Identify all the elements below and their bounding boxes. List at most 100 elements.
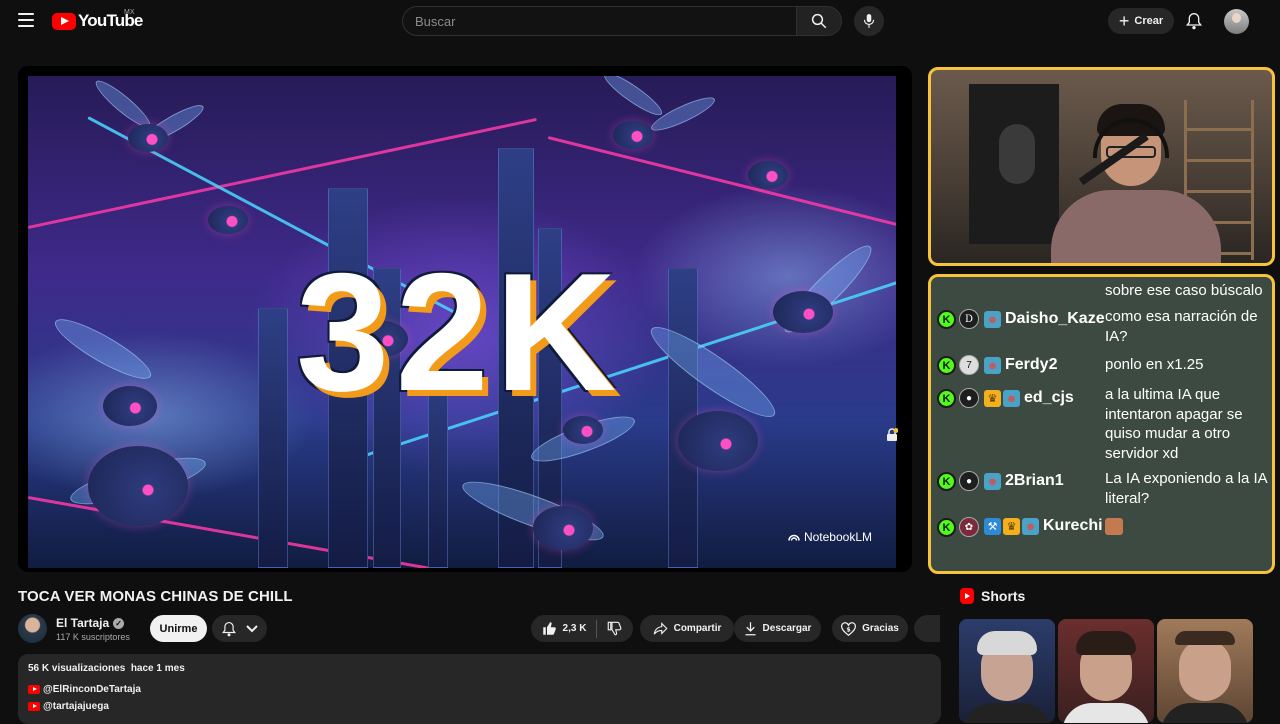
chat-username: ed_cjs — [1024, 389, 1074, 406]
laser-beam — [547, 136, 896, 231]
channel-name: El Tartaja — [56, 616, 110, 630]
create-button[interactable]: + Crear — [1108, 8, 1174, 34]
drone — [773, 291, 833, 333]
microphone-icon — [863, 14, 875, 28]
kick-badge-icon: K — [937, 389, 956, 408]
chat-username: Daisho_Kaze — [1005, 310, 1105, 327]
country-code: MX — [124, 9, 135, 16]
subscriber-count: 117 K suscriptores — [56, 632, 130, 642]
thanks-heart-icon: $ — [841, 621, 857, 636]
dislike-icon[interactable] — [607, 621, 622, 636]
tower — [258, 308, 288, 568]
subscriber-badge-icon: ☻ — [984, 311, 1001, 328]
search-icon — [811, 13, 827, 29]
drone — [748, 161, 788, 189]
kick-badge-icon: K — [937, 472, 956, 491]
subscriber-badge-icon: ☻ — [1003, 390, 1020, 407]
like-dislike-group: 2,3 K — [531, 615, 633, 642]
bell-icon — [221, 621, 236, 636]
description-box[interactable]: 56 K visualizaciones hace 1 mes @ElRinco… — [18, 654, 941, 724]
crown-badge-icon: ♛ — [984, 390, 1001, 407]
drone — [103, 386, 157, 426]
top-bar: YouTube MX + Crear — [0, 0, 1280, 42]
search-button[interactable] — [796, 6, 842, 36]
search-box[interactable] — [402, 6, 796, 36]
channel-name-link[interactable]: El Tartaja ✓ — [56, 616, 125, 630]
share-label: Compartir — [673, 623, 722, 634]
thanks-button[interactable]: $ Gracias — [832, 615, 908, 642]
more-actions-button[interactable] — [914, 615, 940, 642]
moderator-badge-icon: ⚒ — [984, 518, 1001, 535]
laser-beam — [28, 117, 537, 229]
webcam-overlay — [928, 67, 1275, 266]
search-input[interactable] — [415, 13, 796, 29]
subscription-notifications-button[interactable] — [212, 615, 267, 642]
chat-username: Ferdy2 — [1005, 356, 1058, 373]
thumbnail-text: 32K — [296, 238, 623, 426]
chevron-down-icon — [245, 624, 258, 632]
chat-message-text: como esa narración de IA? — [1105, 308, 1258, 345]
short-thumbnail[interactable] — [959, 619, 1055, 723]
chat-message-text: sobre ese caso búscalo — [1105, 282, 1263, 299]
channel-link-text: @tartajajuega — [43, 701, 109, 712]
chat-username: Kurechi — [1043, 517, 1103, 534]
drone — [678, 411, 758, 471]
youtube-icon — [28, 702, 40, 711]
notebooklm-watermark: NotebookLM — [788, 530, 872, 544]
streamer — [1051, 104, 1221, 263]
create-label: Crear — [1134, 15, 1164, 27]
drone — [88, 446, 188, 526]
drone — [533, 506, 593, 550]
wall-poster — [969, 84, 1059, 244]
drone — [208, 206, 248, 234]
view-count-date: 56 K visualizaciones hace 1 mes — [28, 663, 185, 674]
notifications-button[interactable] — [1184, 11, 1204, 31]
short-thumbnail[interactable] — [1058, 619, 1154, 723]
video-frame: 32K NotebookLM — [28, 76, 896, 568]
shorts-heading: Shorts — [960, 588, 1025, 604]
video-title: TOCA VER MONAS CHINAS DE CHILL — [18, 588, 293, 605]
short-thumbnail[interactable] — [1157, 619, 1253, 723]
video-player[interactable]: 32K NotebookLM — [18, 66, 912, 572]
shorts-title: Shorts — [981, 588, 1026, 604]
subscriber-badge-icon: ☻ — [984, 473, 1001, 490]
drone-wing — [599, 76, 667, 121]
watermark-text: NotebookLM — [803, 530, 872, 544]
kick-badge-icon: K — [937, 356, 956, 375]
user-avatar-icon: D — [959, 309, 979, 329]
youtube-logo[interactable]: YouTube MX — [52, 9, 143, 31]
crown-badge-icon: ♛ — [1003, 518, 1020, 535]
drone-wing — [48, 310, 158, 388]
drone — [128, 124, 168, 152]
svg-text:$: $ — [846, 626, 850, 633]
join-button[interactable]: Unirme — [150, 615, 207, 642]
chat-message-text: a la ultima IA que intentaron apagar se … — [1105, 386, 1243, 462]
subscriber-badge-icon: ☻ — [984, 357, 1001, 374]
download-label: Descargar — [762, 623, 812, 634]
share-button[interactable]: Compartir — [640, 615, 734, 642]
subscriber-badge-icon: ☻ — [1022, 518, 1039, 535]
bell-icon — [1186, 12, 1202, 30]
lock-icon — [887, 428, 898, 441]
download-icon — [745, 622, 756, 636]
kick-badge-icon: K — [937, 518, 956, 537]
youtube-icon — [28, 685, 40, 694]
thanks-label: Gracias — [862, 623, 899, 634]
channel-link[interactable]: @ElRinconDeTartaja — [28, 684, 141, 695]
chat-username: 2Brian1 — [1005, 472, 1064, 489]
like-icon[interactable] — [542, 621, 557, 636]
channel-link[interactable]: @tartajajuega — [28, 701, 109, 712]
user-avatar-icon: ✿ — [959, 517, 979, 537]
channel-avatar[interactable] — [18, 614, 47, 643]
account-avatar[interactable] — [1224, 9, 1249, 34]
user-avatar-icon: 7 — [959, 355, 979, 375]
download-button[interactable]: Descargar — [734, 615, 821, 642]
like-count[interactable]: 2,3 K — [563, 623, 587, 634]
drone — [613, 121, 653, 149]
verified-check-icon: ✓ — [113, 617, 125, 629]
shorts-icon — [960, 588, 974, 604]
voice-search-button[interactable] — [854, 6, 884, 36]
default-avatar-icon: ● — [959, 471, 979, 491]
menu-icon[interactable] — [18, 13, 34, 27]
chat-overlay: sobre ese caso búscalo K D ☻ Daisho_Kaze… — [928, 274, 1275, 574]
